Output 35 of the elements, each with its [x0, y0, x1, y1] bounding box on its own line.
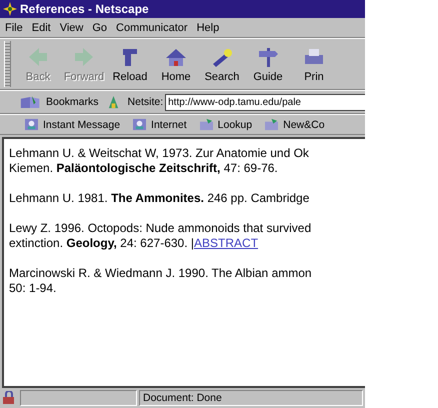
menu-item[interactable]: Go — [92, 22, 108, 34]
status-text: Document: Done — [139, 390, 363, 406]
reference-text: Lehmann U. 1981. The Ammonites. 246 pp. Cambridge — [9, 191, 310, 205]
star-logo-icon — [3, 2, 17, 16]
personal-toolbar-button[interactable]: New&Co — [261, 118, 328, 131]
person-icon — [24, 118, 39, 131]
folder-icon — [264, 118, 280, 131]
toolbar-grip[interactable] — [4, 41, 11, 87]
menu-item[interactable]: Communicator — [116, 22, 188, 34]
personal-toolbar-button[interactable]: Internet — [129, 118, 190, 131]
reference-text: Lewy Z. 1996. Octopods: Nude ammonoids that survived — [9, 221, 312, 235]
toolbar-button[interactable]: Guide — [245, 39, 291, 89]
toolbar-button[interactable]: Search — [199, 39, 245, 89]
bookmarks-button[interactable]: Bookmarks — [15, 94, 107, 110]
menu-item[interactable]: View — [60, 22, 84, 34]
reference-text: extinction. Geology, 24: 627-630. | — [9, 236, 194, 250]
toolbar-button[interactable]: Home — [153, 39, 199, 89]
window-title: References - Netscape — [20, 2, 149, 16]
reference-text: 50: 1-94. — [9, 281, 56, 295]
location-label: Netsite: — [128, 96, 164, 108]
menu-item[interactable]: File — [5, 22, 23, 34]
folder-icon — [198, 118, 214, 131]
abstract-link[interactable]: ABSTRACT — [194, 236, 258, 250]
toolbar-button[interactable]: Reload — [107, 39, 153, 89]
location-icon — [106, 94, 120, 110]
reference-text: Marcinowski R. & Wiedmann J. 1990. The Albian ammon — [9, 266, 312, 280]
person-icon — [132, 118, 148, 131]
reference-text: Kiemen. Paläontologische Zeitschrift, 47: 69-76. — [9, 161, 278, 175]
personal-toolbar-button[interactable]: Instant Message — [21, 118, 124, 131]
menu-item[interactable]: Edit — [32, 22, 51, 34]
toolbar-button[interactable]: Prin — [291, 39, 337, 89]
reference-text: Lehmann U. & Weitschat W, 1973. Zur Anatomie und Ok — [9, 146, 309, 160]
url-field[interactable]: http://www-odp.tamu.edu/pale — [165, 94, 365, 110]
personal-toolbar-button[interactable]: Lookup — [196, 118, 256, 131]
menu-item[interactable]: Help — [196, 22, 220, 34]
